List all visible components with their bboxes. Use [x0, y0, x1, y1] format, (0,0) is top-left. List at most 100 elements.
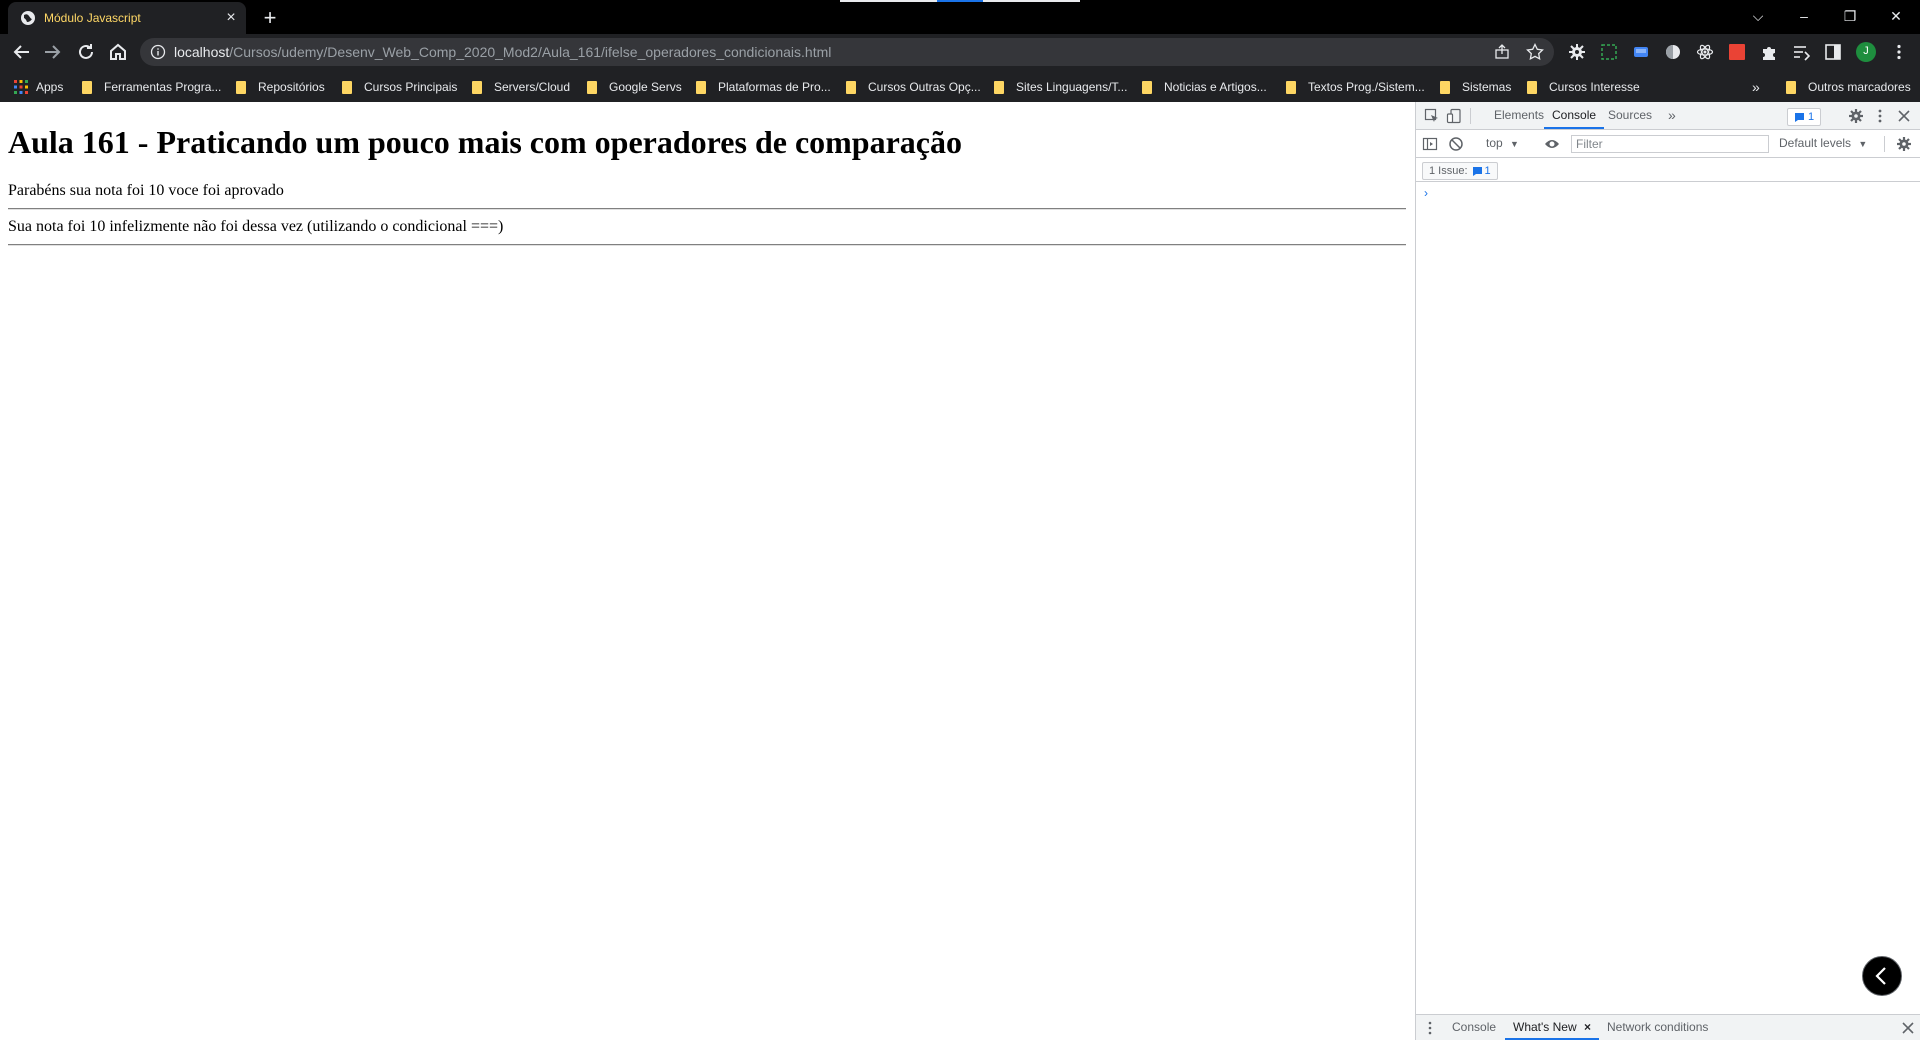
share-icon[interactable] [1494, 44, 1510, 60]
bookmark-folder[interactable]: Sites Linguagens/T... [994, 78, 1127, 96]
new-tab-button[interactable]: + [256, 6, 284, 30]
devtools-tab-bar: Elements Console Sources » 1 [1416, 102, 1920, 130]
floating-collapse-button[interactable] [1862, 956, 1902, 996]
inspect-element-icon[interactable] [1424, 108, 1440, 124]
bookmark-label: Servers/Cloud [494, 80, 571, 94]
bookmark-label: Ferramentas Progra... [104, 80, 222, 94]
issues-row: 1 Issue: 1 [1416, 158, 1920, 182]
issues-badge-button[interactable]: 1 [1787, 108, 1822, 126]
bookmark-folder[interactable]: Repositórios [236, 78, 325, 96]
bookmark-folder[interactable]: Ferramentas Progra... [82, 78, 221, 96]
page-viewport: Aula 161 - Praticando um pouco mais com … [0, 102, 1415, 1040]
eye-icon[interactable] [1544, 136, 1560, 152]
back-arrow-icon[interactable] [10, 40, 34, 64]
drawer-menu-icon[interactable] [1422, 1020, 1438, 1036]
circle-extension-icon[interactable] [1664, 43, 1682, 61]
bookmark-folder[interactable]: Textos Prog./Sistem... [1286, 78, 1425, 96]
page-heading: Aula 161 - Praticando um pouco mais com … [8, 124, 962, 160]
folder-icon [587, 80, 597, 94]
bookmark-apps[interactable]: Apps [14, 78, 63, 96]
devtools-drawer: Console What's New × Network conditions [1416, 1014, 1920, 1040]
context-value: top [1486, 136, 1503, 150]
tab-strip: Módulo Javascript × + ⌵ – ❐ ✕ [0, 0, 1920, 34]
red-extension-icon[interactable] [1728, 43, 1746, 61]
issues-button[interactable]: 1 Issue: 1 [1422, 162, 1498, 180]
bookmark-other-folder[interactable]: Outros marcadores [1786, 78, 1911, 96]
folder-icon [1286, 80, 1296, 94]
bookmarks-overflow-button[interactable]: » [1752, 78, 1760, 96]
drawer-tab-whats-new[interactable]: What's New × [1505, 1015, 1599, 1040]
screen-extension-icon[interactable] [1632, 43, 1650, 61]
bookmark-folder[interactable]: Cursos Principais [342, 78, 457, 96]
url-path: /Cursos/udemy/Desenv_Web_Comp_2020_Mod2/… [229, 44, 832, 60]
chrome-menu-icon[interactable] [1890, 43, 1908, 61]
bookmarks-bar: Apps Ferramentas Progra... Repositórios … [0, 70, 1920, 102]
close-drawer-icon[interactable] [1900, 1020, 1916, 1036]
close-devtools-icon[interactable] [1896, 108, 1912, 124]
folder-icon [1786, 80, 1796, 94]
screenshot-extension-icon[interactable] [1600, 43, 1618, 61]
close-window-button[interactable]: ✕ [1884, 6, 1908, 26]
restore-button[interactable]: ❐ [1838, 6, 1862, 26]
sidebar-toggle-icon[interactable] [1422, 136, 1438, 152]
console-toolbar: top ▼ Default levels ▼ [1416, 130, 1920, 158]
separator [1470, 108, 1471, 124]
forward-arrow-icon[interactable] [40, 40, 64, 64]
bookmark-label: Repositórios [258, 80, 325, 94]
puzzle-extensions-icon[interactable] [1760, 43, 1778, 61]
bookmark-label: Google Servs [609, 80, 682, 94]
bookmark-label: Plataformas de Pro... [718, 80, 831, 94]
folder-icon [472, 80, 482, 94]
tab-elements[interactable]: Elements [1494, 102, 1544, 129]
bookmark-label: Cursos Principais [364, 80, 458, 94]
result-line-1: Parabéns sua nota foi 10 voce foi aprova… [8, 182, 284, 199]
settings-gear-icon[interactable] [1848, 108, 1864, 124]
bookmark-folder[interactable]: Noticias e Artigos... [1142, 78, 1267, 96]
result-line-2: Sua nota foi 10 infelizmente não foi des… [8, 218, 504, 235]
console-settings-gear-icon[interactable] [1896, 136, 1912, 152]
kebab-menu-icon[interactable] [1872, 108, 1888, 124]
more-tabs-button[interactable]: » [1668, 102, 1676, 129]
bookmark-folder[interactable]: Cursos Outras Opç... [846, 78, 981, 96]
drawer-tab-close-icon[interactable]: × [1584, 1020, 1591, 1034]
minimize-button[interactable]: – [1792, 6, 1816, 26]
drawer-tab-network-conditions[interactable]: Network conditions [1607, 1015, 1708, 1040]
side-panel-icon[interactable] [1824, 43, 1842, 61]
tab-search-icon[interactable]: ⌵ [1746, 6, 1770, 26]
folder-icon [82, 80, 92, 94]
gear-extension-icon[interactable] [1568, 43, 1586, 61]
tab-close-icon[interactable]: × [222, 9, 240, 27]
address-bar[interactable]: localhost/Cursos/udemy/Desenv_Web_Comp_2… [140, 38, 1554, 66]
log-levels-value: Default levels [1779, 136, 1852, 150]
reading-list-icon[interactable] [1792, 43, 1810, 61]
issues-count-group: 1 [1472, 163, 1491, 179]
bookmark-folder[interactable]: Sistemas [1440, 78, 1511, 96]
bookmark-folder[interactable]: Plataformas de Pro... [696, 78, 831, 96]
bookmark-folder[interactable]: Google Servs [587, 78, 682, 96]
react-devtools-icon[interactable] [1696, 43, 1714, 61]
bookmark-folder[interactable]: Cursos Interesse [1527, 78, 1640, 96]
context-selector[interactable]: top ▼ [1486, 136, 1519, 150]
folder-icon [342, 80, 352, 94]
url-text[interactable]: localhost/Cursos/udemy/Desenv_Web_Comp_2… [174, 44, 831, 60]
info-icon[interactable] [150, 44, 166, 60]
clear-console-icon[interactable] [1448, 136, 1464, 152]
issues-badge-count: 1 [1808, 111, 1815, 123]
drawer-tab-console[interactable]: Console [1452, 1015, 1496, 1040]
console-filter-input[interactable] [1571, 135, 1769, 153]
profile-avatar[interactable]: J [1856, 42, 1876, 62]
reload-icon[interactable] [74, 40, 98, 64]
bookmark-star-icon[interactable] [1526, 43, 1544, 61]
console-prompt-chevron-icon[interactable]: › [1424, 186, 1436, 200]
browser-tab[interactable]: Módulo Javascript × [8, 2, 246, 34]
bookmark-folder[interactable]: Servers/Cloud [472, 78, 570, 96]
bookmark-label: Outros marcadores [1808, 80, 1911, 94]
device-toolbar-icon[interactable] [1446, 108, 1462, 124]
tab-sources[interactable]: Sources [1608, 102, 1652, 129]
browser-toolbar: localhost/Cursos/udemy/Desenv_Web_Comp_2… [0, 34, 1920, 70]
log-levels-dropdown[interactable]: Default levels ▼ [1779, 136, 1867, 150]
folder-icon [696, 80, 706, 94]
home-icon[interactable] [106, 40, 130, 64]
issues-count: 1 [1484, 165, 1491, 177]
tab-console[interactable]: Console [1544, 102, 1605, 129]
